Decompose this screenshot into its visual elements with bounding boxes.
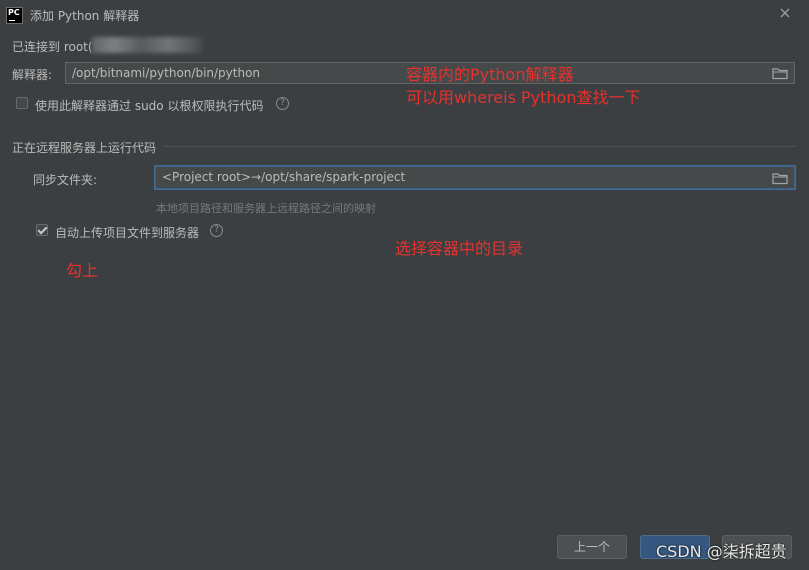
interpreter-path-value: /opt/bitnami/python/bin/python [72,66,261,80]
remote-section-title: 正在远程服务器上运行代码 [12,141,157,155]
dialog-title: 添加 Python 解释器 [30,9,140,23]
redacted-host [92,37,202,53]
annotation-check: 勾上 [66,261,99,280]
title-bar: PC 添加 Python 解释器 [0,0,809,30]
pycharm-logo-icon: PC [6,7,23,24]
folder-icon[interactable] [772,171,788,185]
annotation-directory: 选择容器中的目录 [395,239,524,258]
auto-upload-help-icon[interactable]: ? [210,224,223,237]
annotation-interpreter-2: 可以用whereis Python查找一下 [406,88,641,107]
auto-upload-label: 自动上传项目文件到服务器 [55,226,200,240]
folder-icon[interactable] [772,66,788,80]
watermark: CSDN @柒拆超贵 [656,542,787,561]
annotation-interpreter-1: 容器内的Python解释器 [406,65,574,84]
sync-folder-label: 同步文件夹: [33,173,98,187]
previous-button[interactable]: 上一个 [557,535,627,559]
section-divider [163,146,796,147]
close-icon[interactable] [778,6,792,20]
sudo-checkbox-label: 使用此解释器通过 sudo 以根权限执行代码 [35,99,264,113]
sudo-checkbox[interactable] [16,97,28,109]
interpreter-label: 解释器: [12,68,53,82]
sync-folder-hint: 本地项目路径和服务器上远程路径之间的映射 [156,202,376,215]
connection-status: 已连接到 root( [12,40,93,54]
sync-folder-value: <Project root>→/opt/share/spark-project [162,170,406,184]
auto-upload-checkbox[interactable] [36,224,48,236]
sync-folder-field[interactable]: <Project root>→/opt/share/spark-project [155,166,795,189]
sudo-help-icon[interactable]: ? [276,97,289,110]
